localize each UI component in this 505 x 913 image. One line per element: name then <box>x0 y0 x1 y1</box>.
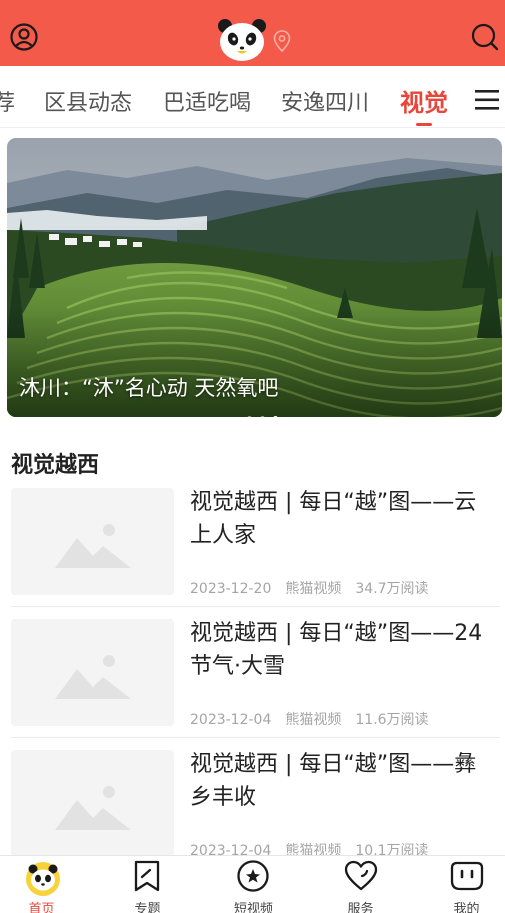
article-reads: 34.7万阅读 <box>355 581 429 597</box>
article-item[interactable]: 视觉越西 | 每日“越”图——24节气·大雪 2023-12-04 熊猫视频 11.… <box>0 607 505 738</box>
article-reads: 11.6万阅读 <box>355 712 429 728</box>
location-pin-icon[interactable] <box>273 30 291 52</box>
article-meta: 2023-12-20 熊猫视频 34.7万阅读 <box>190 578 443 598</box>
nav-label: 首页 <box>28 902 55 913</box>
nav-short-video[interactable]: 短视频 <box>203 856 304 913</box>
article-thumbnail <box>11 750 174 857</box>
nav-label: 我的 <box>453 902 480 913</box>
article-item[interactable]: 视觉越西 | 每日“越”图——彝乡丰收 2023-12-04 熊猫视频 10.1万阅… <box>0 738 505 869</box>
article-title: 视觉越西 | 每日“越”图——云上人家 <box>190 490 477 548</box>
active-tab-indicator <box>416 123 432 126</box>
tab-sichuan[interactable]: 安逸四川 <box>281 85 369 117</box>
bottom-navigation: 首页 专题 短视频 服务 我的 <box>0 855 505 913</box>
channel-tabs: 荐 区县动态 巴适吃喝 安逸四川 视觉 <box>0 66 505 128</box>
tab-district-news[interactable]: 区县动态 <box>44 85 132 117</box>
bookmark-icon <box>134 860 160 892</box>
image-placeholder-icon <box>55 655 131 699</box>
article-thumbnail <box>11 619 174 726</box>
article-meta: 2023-12-04 熊猫视频 11.6万阅读 <box>190 709 443 729</box>
panda-logo <box>218 19 266 61</box>
search-icon[interactable] <box>470 22 500 52</box>
heart-icon <box>344 860 378 891</box>
nav-label: 服务 <box>347 902 374 913</box>
nav-services[interactable]: 服务 <box>310 856 411 913</box>
app-screen: 荐 区县动态 巴适吃喝 安逸四川 视觉 沐川：“沐”名心动 天然氧吧 视觉越西 … <box>0 0 505 913</box>
image-placeholder-icon <box>55 524 131 568</box>
pagination-dot <box>247 416 252 417</box>
banner-caption: 沐川：“沐”名心动 天然氧吧 <box>19 376 279 400</box>
article-date: 2023-12-20 <box>190 581 272 597</box>
nav-mine[interactable]: 我的 <box>416 856 505 913</box>
article-source: 熊猫视频 <box>285 712 342 728</box>
tab-visual[interactable]: 视觉 <box>400 83 448 118</box>
image-placeholder-icon <box>55 786 131 830</box>
top-header <box>0 0 505 66</box>
panda-home-icon <box>26 862 60 896</box>
article-date: 2023-12-04 <box>190 712 272 728</box>
article-title: 视觉越西 | 每日“越”图——24节气·大雪 <box>190 621 483 679</box>
banner-pagination <box>247 406 281 417</box>
pagination-dot-active <box>273 416 279 417</box>
article-title: 视觉越西 | 每日“越”图——彝乡丰收 <box>190 752 477 810</box>
tab-food[interactable]: 巴适吃喝 <box>163 85 251 117</box>
pagination-dot <box>260 416 266 417</box>
hero-banner[interactable]: 沐川：“沐”名心动 天然氧吧 <box>7 138 502 417</box>
hamburger-menu-icon[interactable] <box>474 88 500 112</box>
nav-home[interactable]: 首页 <box>0 856 92 913</box>
section-title: 视觉越西 <box>11 453 100 478</box>
tab-recommend[interactable]: 荐 <box>0 85 15 117</box>
nav-label: 短视频 <box>233 902 273 913</box>
article-item[interactable]: 视觉越西 | 每日“越”图——云上人家 2023-12-20 熊猫视频 34.7万阅… <box>0 476 505 607</box>
nav-topics[interactable]: 专题 <box>97 856 198 913</box>
smile-face-icon <box>450 861 484 891</box>
user-circle-icon[interactable] <box>9 22 39 52</box>
article-source: 熊猫视频 <box>285 581 342 597</box>
nav-label: 专题 <box>134 902 161 913</box>
article-thumbnail <box>11 488 174 595</box>
video-circle-icon <box>237 860 269 892</box>
